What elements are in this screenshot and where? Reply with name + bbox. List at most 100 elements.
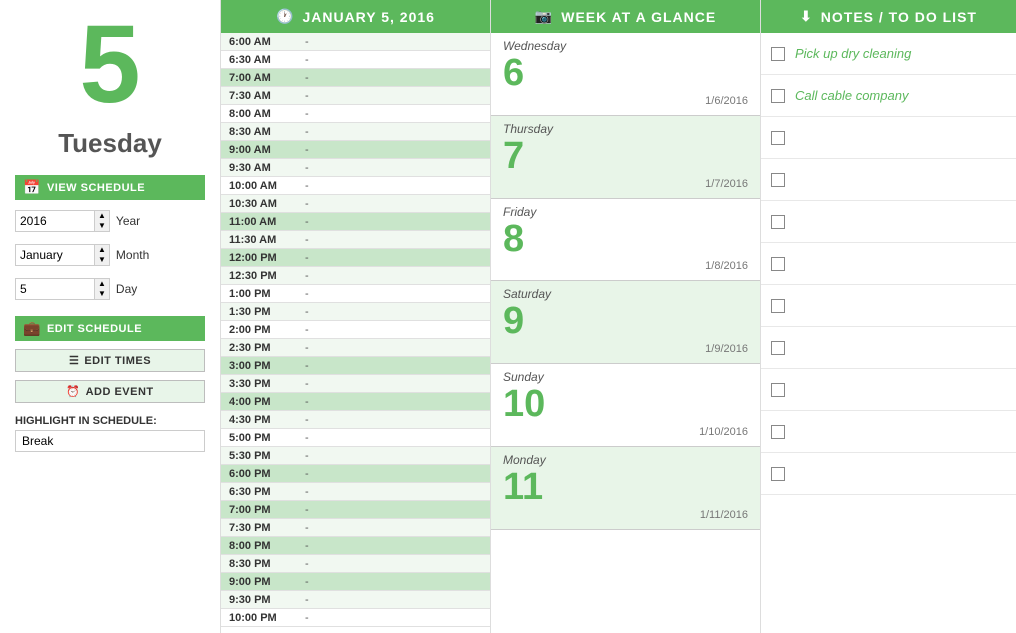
- day-number: 5: [15, 10, 205, 120]
- day-input[interactable]: 5: [15, 278, 95, 300]
- schedule-row[interactable]: 10:00 PM-: [221, 609, 490, 627]
- event-cell: -: [301, 144, 490, 156]
- day-group: 5 ▲ ▼ Day: [15, 278, 205, 300]
- schedule-row[interactable]: 9:30 PM-: [221, 591, 490, 609]
- month-input[interactable]: January: [15, 244, 95, 266]
- time-cell: 7:00 PM: [221, 504, 301, 516]
- time-cell: 4:00 PM: [221, 396, 301, 408]
- note-checkbox[interactable]: [771, 341, 785, 355]
- schedule-row[interactable]: 2:00 PM-: [221, 321, 490, 339]
- day-spinner[interactable]: ▲ ▼: [95, 278, 110, 300]
- note-checkbox[interactable]: [771, 299, 785, 313]
- event-cell: -: [301, 54, 490, 66]
- week-day: Saturday 9 1/9/2016: [491, 281, 760, 364]
- note-checkbox[interactable]: [771, 89, 785, 103]
- event-cell: -: [301, 306, 490, 318]
- week-day-date: 1/7/2016: [503, 178, 748, 190]
- schedule-row[interactable]: 3:00 PM-: [221, 357, 490, 375]
- schedule-row[interactable]: 10:30 AM-: [221, 195, 490, 213]
- year-input-group[interactable]: 2016 ▲ ▼: [15, 210, 110, 232]
- schedule-row[interactable]: 7:30 AM-: [221, 87, 490, 105]
- schedule-row[interactable]: 6:30 PM-: [221, 483, 490, 501]
- week-day-number: 8: [503, 219, 748, 261]
- schedule-row[interactable]: 7:00 PM-: [221, 501, 490, 519]
- schedule-row[interactable]: 10:00 AM-: [221, 177, 490, 195]
- event-cell: -: [301, 324, 490, 336]
- week-day: Monday 11 1/11/2016: [491, 447, 760, 530]
- event-cell: -: [301, 288, 490, 300]
- edit-times-button[interactable]: ☰ EDIT TIMES: [15, 349, 205, 372]
- note-text: Call cable company: [795, 88, 908, 103]
- month-spinner[interactable]: ▲ ▼: [95, 244, 110, 266]
- schedule-row[interactable]: 5:30 PM-: [221, 447, 490, 465]
- year-up-btn[interactable]: ▲: [95, 211, 109, 221]
- schedule-header: 🕐 JANUARY 5, 2016: [221, 0, 490, 33]
- event-cell: -: [301, 540, 490, 552]
- time-cell: 6:00 PM: [221, 468, 301, 480]
- schedule-row[interactable]: 6:00 AM-: [221, 33, 490, 51]
- day-down-btn[interactable]: ▼: [95, 289, 109, 299]
- schedule-row[interactable]: 4:00 PM-: [221, 393, 490, 411]
- event-cell: -: [301, 180, 490, 192]
- event-cell: -: [301, 234, 490, 246]
- schedule-row[interactable]: 2:30 PM-: [221, 339, 490, 357]
- highlight-input[interactable]: Break: [15, 430, 205, 452]
- schedule-row[interactable]: 11:00 AM-: [221, 213, 490, 231]
- schedule-row[interactable]: 8:00 PM-: [221, 537, 490, 555]
- event-cell: -: [301, 612, 490, 624]
- week-day: Sunday 10 1/10/2016: [491, 364, 760, 447]
- time-cell: 1:00 PM: [221, 288, 301, 300]
- note-checkbox[interactable]: [771, 257, 785, 271]
- note-checkbox[interactable]: [771, 383, 785, 397]
- note-checkbox[interactable]: [771, 131, 785, 145]
- event-cell: -: [301, 558, 490, 570]
- schedule-row[interactable]: 8:00 AM-: [221, 105, 490, 123]
- add-event-button[interactable]: ⏰ ADD EVENT: [15, 380, 205, 403]
- schedule-body[interactable]: 6:00 AM-6:30 AM-7:00 AM-7:30 AM-8:00 AM-…: [221, 33, 490, 633]
- schedule-row[interactable]: 4:30 PM-: [221, 411, 490, 429]
- year-spinner[interactable]: ▲ ▼: [95, 210, 110, 232]
- day-input-group[interactable]: 5 ▲ ▼: [15, 278, 110, 300]
- schedule-row[interactable]: 7:00 AM-: [221, 69, 490, 87]
- note-checkbox[interactable]: [771, 47, 785, 61]
- year-down-btn[interactable]: ▼: [95, 221, 109, 231]
- schedule-row[interactable]: 11:30 AM-: [221, 231, 490, 249]
- time-cell: 6:30 PM: [221, 486, 301, 498]
- note-checkbox[interactable]: [771, 173, 785, 187]
- note-checkbox[interactable]: [771, 467, 785, 481]
- schedule-row[interactable]: 9:30 AM-: [221, 159, 490, 177]
- week-day-date: 1/8/2016: [503, 260, 748, 272]
- schedule-row[interactable]: 9:00 AM-: [221, 141, 490, 159]
- schedule-row[interactable]: 1:30 PM-: [221, 303, 490, 321]
- month-up-btn[interactable]: ▲: [95, 245, 109, 255]
- week-day-number: 6: [503, 53, 748, 95]
- note-row: [761, 201, 1016, 243]
- schedule-row[interactable]: 3:30 PM-: [221, 375, 490, 393]
- schedule-row[interactable]: 1:00 PM-: [221, 285, 490, 303]
- note-row: [761, 327, 1016, 369]
- notes-panel: ⬇ NOTES / TO DO LIST Pick up dry cleanin…: [760, 0, 1016, 633]
- schedule-row[interactable]: 6:30 AM-: [221, 51, 490, 69]
- week-day: Friday 8 1/8/2016: [491, 199, 760, 282]
- month-input-group[interactable]: January ▲ ▼: [15, 244, 110, 266]
- time-cell: 6:30 AM: [221, 54, 301, 66]
- note-checkbox[interactable]: [771, 425, 785, 439]
- schedule-row[interactable]: 9:00 PM-: [221, 573, 490, 591]
- schedule-row[interactable]: 12:30 PM-: [221, 267, 490, 285]
- schedule-row[interactable]: 12:00 PM-: [221, 249, 490, 267]
- month-group: January ▲ ▼ Month: [15, 244, 205, 266]
- year-input[interactable]: 2016: [15, 210, 95, 232]
- month-label: Month: [116, 248, 149, 262]
- schedule-row[interactable]: 6:00 PM-: [221, 465, 490, 483]
- event-cell: -: [301, 594, 490, 606]
- schedule-row[interactable]: 8:30 PM-: [221, 555, 490, 573]
- schedule-row[interactable]: 7:30 PM-: [221, 519, 490, 537]
- note-row: Pick up dry cleaning: [761, 33, 1016, 75]
- month-down-btn[interactable]: ▼: [95, 255, 109, 265]
- week-header: 📷 WEEK AT A GLANCE: [491, 0, 760, 33]
- day-name: Tuesday: [15, 128, 205, 159]
- day-up-btn[interactable]: ▲: [95, 279, 109, 289]
- schedule-row[interactable]: 8:30 AM-: [221, 123, 490, 141]
- schedule-row[interactable]: 5:00 PM-: [221, 429, 490, 447]
- note-checkbox[interactable]: [771, 215, 785, 229]
